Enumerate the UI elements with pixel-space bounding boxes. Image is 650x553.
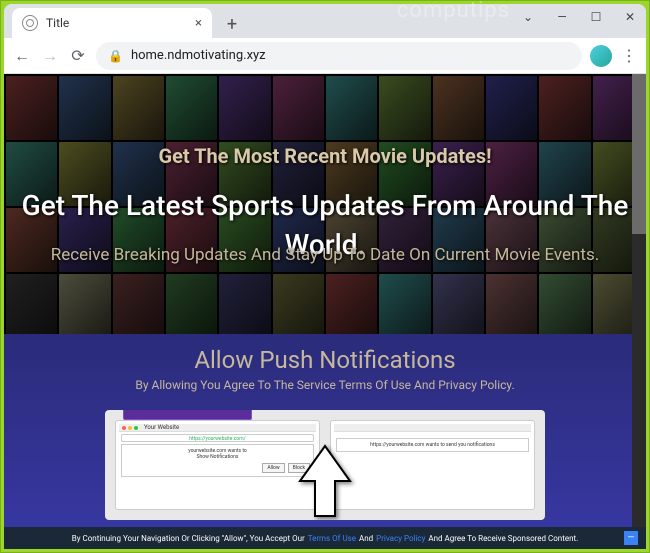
url-input[interactable]: 🔒 home.ndmotivating.xyz	[96, 42, 582, 70]
new-tab-button[interactable]: +	[218, 10, 246, 38]
cookie-text-pre: By Continuing Your Navigation Or Clickin…	[72, 534, 305, 543]
just-click-allow-badge: Just Click Allow	[123, 410, 252, 420]
hero-subtitle-1: Get The Most Recent Movie Updates!	[4, 144, 646, 168]
window-minimize-icon[interactable]: —	[552, 10, 572, 24]
forward-button[interactable]: →	[40, 46, 60, 66]
globe-icon	[22, 15, 38, 31]
cookie-text-and: And	[359, 534, 373, 543]
hero-subtitle-2: Receive Breaking Updates And Stay Up To …	[4, 244, 646, 266]
allow-title: Allow Push Notifications	[4, 346, 646, 374]
cookie-consent-bar: By Continuing Your Navigation Or Clickin…	[4, 527, 646, 549]
demo-url: https://yourwebsite.com/	[121, 434, 314, 442]
allow-section: Allow Push Notifications By Allowing You…	[4, 334, 646, 549]
tab-bar: Title × + ⌄ — ☐ ✕	[4, 4, 646, 38]
url-text: home.ndmotivating.xyz	[131, 48, 266, 63]
window-close-icon[interactable]: ✕	[620, 10, 640, 24]
scrollbar-thumb[interactable]	[632, 74, 646, 234]
demo-illustration: Just Click Allow Your Website https://yo…	[105, 410, 545, 520]
lock-icon: 🔒	[108, 49, 123, 63]
demo-allow-button: Allow	[262, 463, 284, 473]
scrollbar[interactable]	[632, 74, 646, 527]
demo-tab-label: Your Website	[144, 424, 179, 431]
page-viewport: Get The Most Recent Movie Updates! Get T…	[4, 74, 646, 549]
demo-notification: yourwebsite.com wants to Show Notificati…	[121, 444, 314, 477]
window-maximize-icon[interactable]: ☐	[586, 10, 606, 24]
cookie-close-button[interactable]: —	[624, 531, 638, 545]
menu-button[interactable]: ⋮	[620, 46, 638, 65]
pointer-arrow-icon	[295, 441, 355, 520]
cookie-text-post: And Agree To Receive Sponsored Content.	[428, 534, 578, 543]
browser-window: Title × + ⌄ — ☐ ✕ ← → ⟳ 🔒 home.ndmotivat…	[4, 4, 646, 549]
allow-subtitle: By Allowing You Agree To The Service Ter…	[4, 378, 646, 392]
profile-avatar[interactable]	[590, 45, 612, 67]
terms-link[interactable]: Terms Of Use	[308, 534, 356, 543]
demo-notification-right: https://yourwebsite.com wants to send yo…	[336, 438, 529, 452]
window-down-icon[interactable]: ⌄	[518, 10, 538, 24]
demo-notif-line: Show Notifications	[125, 454, 310, 460]
hero-text-block: Get The Most Recent Movie Updates! Get T…	[4, 74, 646, 286]
demo-right-text: https://yourwebsite.com wants to send yo…	[340, 442, 525, 448]
back-button[interactable]: ←	[12, 46, 32, 66]
demo-browser-left: Your Website https://yourwebsite.com/ yo…	[115, 420, 320, 510]
address-bar: ← → ⟳ 🔒 home.ndmotivating.xyz ⋮	[4, 38, 646, 74]
browser-tab[interactable]: Title ×	[12, 8, 212, 38]
close-tab-icon[interactable]: ×	[195, 16, 202, 31]
privacy-link[interactable]: Privacy Policy	[376, 534, 425, 543]
tab-title: Title	[46, 16, 187, 30]
reload-button[interactable]: ⟳	[68, 46, 88, 65]
demo-browser-right: https://yourwebsite.com wants to send yo…	[330, 420, 535, 510]
